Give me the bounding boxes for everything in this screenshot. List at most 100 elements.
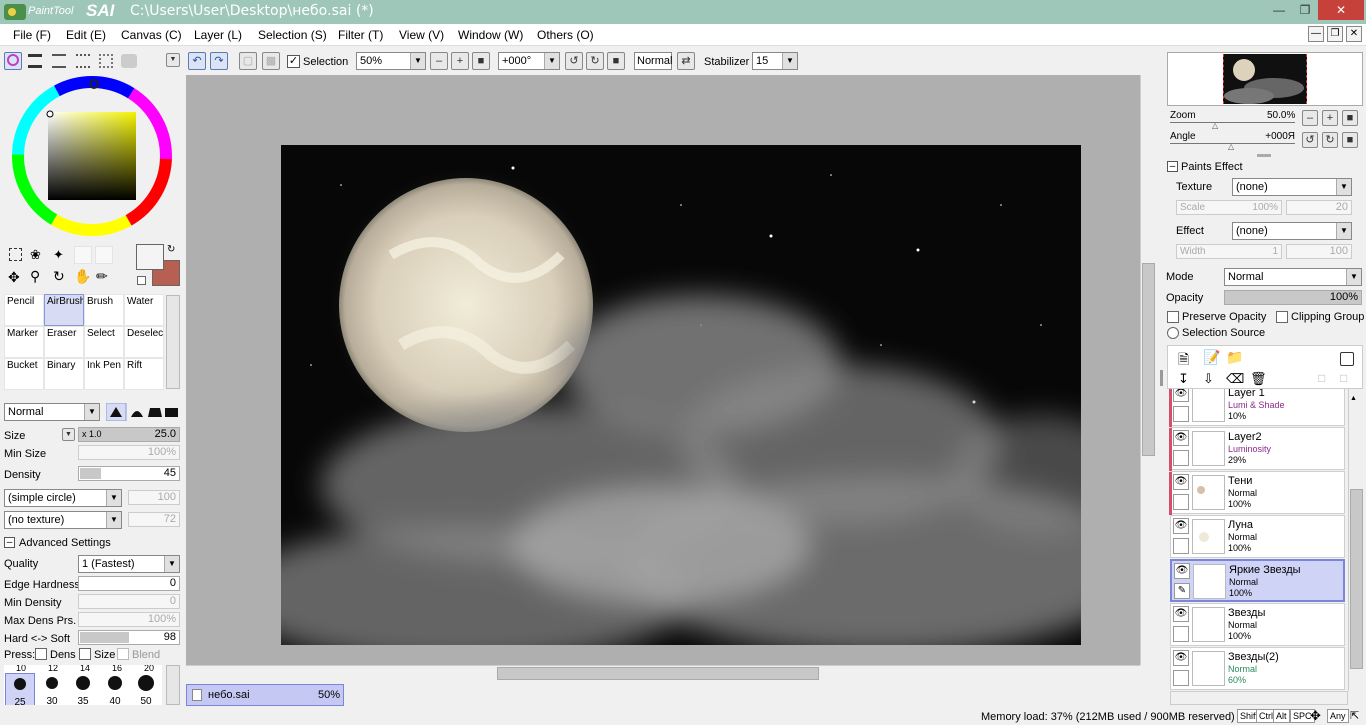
layer-item[interactable]: 👁 Layer 1 Lumi & Shade 10%: [1169, 389, 1345, 427]
apply-mask-icon[interactable]: □: [1318, 371, 1325, 385]
menu-window[interactable]: Window (W): [458, 28, 523, 42]
hard-soft-field[interactable]: 98: [78, 630, 180, 645]
tool-airbrush[interactable]: AirBrush: [44, 294, 84, 326]
quality-select[interactable]: 1 (Fastest) ▼: [78, 555, 180, 573]
eye-icon[interactable]: 👁: [1174, 563, 1190, 579]
doc-close-icon[interactable]: ✕: [1346, 26, 1362, 42]
menu-selection[interactable]: Selection (S): [258, 28, 327, 42]
panel-resize-handle[interactable]: [1160, 370, 1163, 386]
layer-mode-select[interactable]: Normal ▼: [1224, 268, 1362, 286]
size-field[interactable]: x 1.0 25.0: [78, 427, 180, 442]
menu-canvas[interactable]: Canvas (C): [121, 28, 182, 42]
rotate-icon[interactable]: ↻: [53, 268, 65, 285]
layer-item-selected[interactable]: 👁 ✎ Яркие Звезды Normal 100%: [1170, 559, 1345, 602]
slider-thumb-icon[interactable]: △: [1212, 121, 1218, 130]
eye-icon[interactable]: 👁: [1173, 389, 1189, 402]
resize-grip-icon[interactable]: ⇱: [1350, 709, 1359, 722]
layer-item[interactable]: 👁 Тени Normal 100%: [1169, 471, 1345, 515]
primary-color-swatch[interactable]: [136, 244, 164, 270]
layer-item[interactable]: 👁 Звезды Normal 100%: [1170, 603, 1345, 646]
selection-checkbox[interactable]: ✓: [287, 55, 300, 68]
pe-scale-val-field[interactable]: 20: [1286, 200, 1352, 215]
layer-item[interactable]: 👁 Звезды(2) Normal 60%: [1170, 647, 1345, 690]
flip-icon[interactable]: ⇄: [677, 52, 695, 70]
nav-rotate-left-icon[interactable]: ↺: [1302, 132, 1318, 148]
delete-layer-icon[interactable]: 🗑: [1250, 371, 1267, 387]
density-field[interactable]: 45: [78, 466, 180, 481]
tool-rift[interactable]: Rift: [124, 358, 164, 390]
rect-select-icon[interactable]: [9, 248, 22, 261]
eye-icon[interactable]: 👁: [1173, 518, 1189, 534]
document-tab[interactable]: небо.sai 50%: [186, 684, 344, 706]
color-wheel[interactable]: [10, 74, 174, 238]
zoom-in-icon[interactable]: +: [451, 52, 469, 70]
advanced-settings-label[interactable]: Advanced Settings: [19, 537, 111, 549]
close-button[interactable]: ✕: [1318, 0, 1364, 20]
blend-mode-select[interactable]: Normal: [634, 52, 672, 70]
brush-size-preset[interactable]: 50: [131, 673, 161, 705]
nav-zoom-in-icon[interactable]: +: [1322, 110, 1338, 126]
angle-select[interactable]: +000° ▼: [498, 52, 560, 70]
press-dens-checkbox[interactable]: [35, 648, 47, 660]
brush-palette-scrollbar[interactable]: [166, 665, 180, 705]
horizontal-scroll-thumb[interactable]: [497, 667, 819, 680]
minimize-button[interactable]: —: [1266, 0, 1292, 20]
lasso-icon[interactable]: ❀: [30, 247, 41, 263]
magic-wand-icon[interactable]: ✦: [53, 247, 64, 263]
max-dens-field[interactable]: 100%: [78, 612, 180, 627]
zoom-out-icon[interactable]: –: [430, 52, 448, 70]
eye-icon[interactable]: 👁: [1173, 606, 1189, 622]
layer-lock-checkbox[interactable]: [1173, 450, 1189, 466]
eye-icon[interactable]: 👁: [1173, 474, 1189, 490]
transparent-color-icon[interactable]: [137, 276, 146, 285]
new-layer-icon[interactable]: 🗎: [1178, 349, 1189, 373]
undo-icon[interactable]: ↶: [188, 52, 206, 70]
collapse-icon[interactable]: –: [1167, 161, 1178, 172]
clipping-group-checkbox[interactable]: [1276, 311, 1288, 323]
menu-others[interactable]: Others (O): [537, 28, 594, 42]
chevron-up-icon[interactable]: ▲: [1350, 395, 1357, 402]
tool-bucket[interactable]: Bucket: [4, 358, 44, 390]
nav-zoom-out-icon[interactable]: –: [1302, 110, 1318, 126]
layer-item[interactable]: 👁 Layer2 Luminosity 29%: [1169, 427, 1345, 471]
tool-water[interactable]: Water: [124, 294, 164, 326]
brush-size-preset[interactable]: 40: [100, 673, 130, 705]
collapse-icon[interactable]: –: [4, 537, 15, 548]
rotate-reset-icon[interactable]: ■: [607, 52, 625, 70]
zoom-reset-icon[interactable]: ■: [472, 52, 490, 70]
zoom-select[interactable]: 50% ▼: [356, 52, 426, 70]
canvas-viewport[interactable]: [186, 75, 1156, 665]
new-vector-layer-icon[interactable]: 📝: [1203, 349, 1220, 366]
layer-lock-checkbox[interactable]: [1173, 670, 1189, 686]
edge-hardness-field[interactable]: 0: [78, 576, 180, 591]
tool-deselect[interactable]: Deselect: [124, 326, 164, 358]
merge-down-icon[interactable]: ⇩: [1203, 371, 1214, 387]
layer-scroll-thumb[interactable]: [1350, 489, 1363, 669]
brush-texture-value-field[interactable]: 72: [128, 512, 180, 527]
slider-thumb-icon[interactable]: △: [1228, 142, 1234, 151]
canvas-image[interactable]: [281, 145, 1081, 645]
tool-binary[interactable]: Binary: [44, 358, 84, 390]
hand-icon[interactable]: ✋: [74, 268, 91, 285]
brush-tip-shapes[interactable]: [105, 402, 180, 422]
menu-edit[interactable]: Edit (E): [66, 28, 106, 42]
rotate-right-icon[interactable]: ↻: [586, 52, 604, 70]
swap-colors-icon[interactable]: ↻: [167, 244, 175, 255]
brush-shape-value-field[interactable]: 100: [128, 490, 180, 505]
pe-width-val-field[interactable]: 100: [1286, 244, 1352, 259]
min-density-field[interactable]: 0: [78, 594, 180, 609]
layer-item[interactable]: 👁 Луна Normal 100%: [1170, 515, 1345, 558]
preserve-opacity-checkbox[interactable]: [1167, 311, 1179, 323]
delete-mask-icon[interactable]: □: [1340, 371, 1347, 385]
paints-effect-title[interactable]: Paints Effect: [1181, 161, 1243, 173]
layer-list-hscrollbar[interactable]: [1170, 691, 1348, 705]
rotate-left-icon[interactable]: ↺: [565, 52, 583, 70]
tool-grid-scrollbar[interactable]: [166, 295, 180, 389]
brush-size-preset[interactable]: 30: [37, 673, 67, 705]
tool-pencil[interactable]: Pencil: [4, 294, 44, 326]
new-folder-icon[interactable]: 📁: [1226, 349, 1243, 366]
deselect-icon[interactable]: ▢: [239, 52, 257, 70]
press-blend-checkbox[interactable]: [117, 648, 129, 660]
brush-icon[interactable]: ✎: [1174, 583, 1190, 599]
nav-rotate-right-icon[interactable]: ↻: [1322, 132, 1338, 148]
